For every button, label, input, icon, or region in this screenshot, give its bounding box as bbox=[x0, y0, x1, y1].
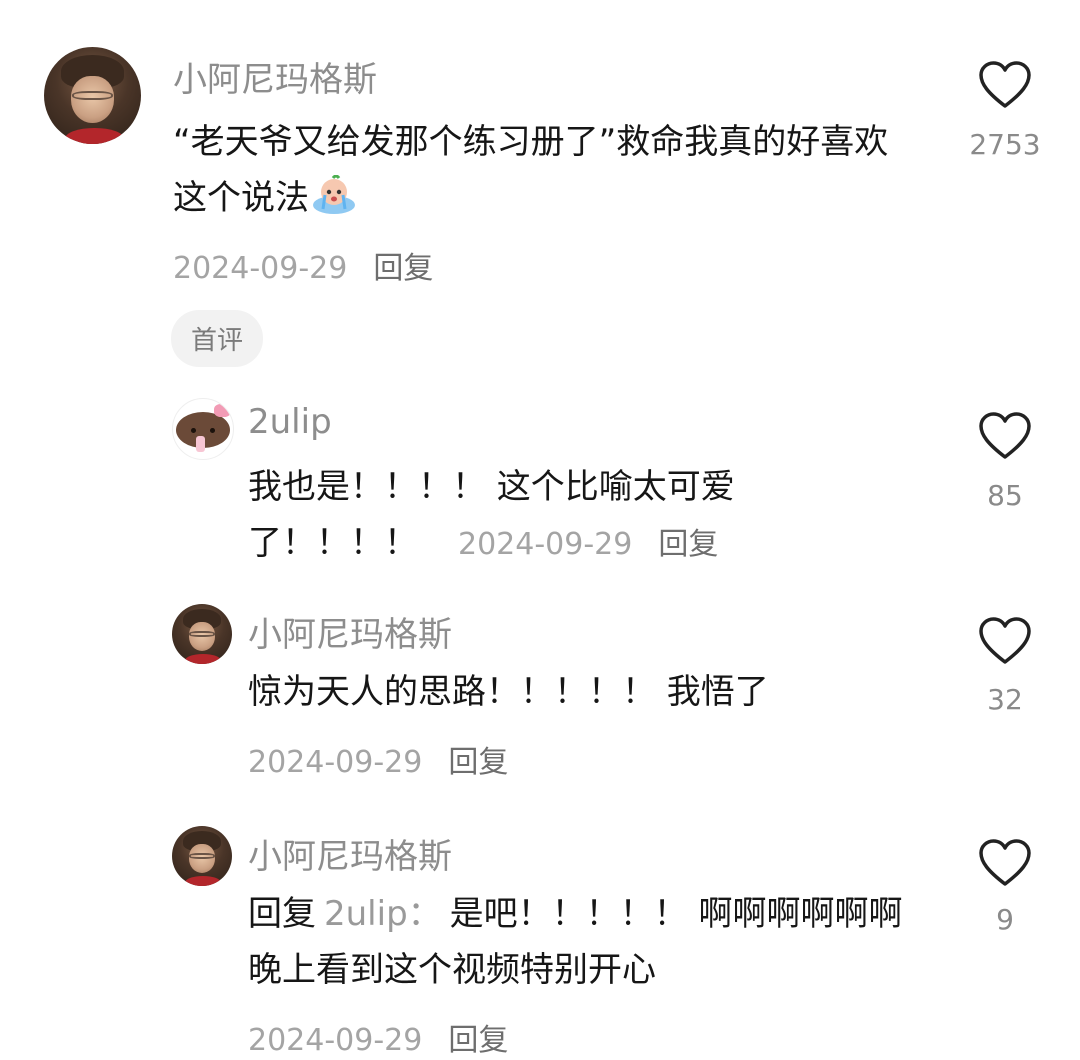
reply-date: 2024-09-29 bbox=[248, 1023, 423, 1058]
comment-username[interactable]: 小阿尼玛格斯 bbox=[173, 52, 377, 101]
like-button[interactable] bbox=[978, 616, 1032, 670]
heart-icon bbox=[979, 839, 1031, 886]
reply-text: 我也是！！！！ 这个比喻太可爱了！！！！ 2024-09-29 回复 bbox=[248, 467, 735, 563]
like-button[interactable] bbox=[978, 60, 1032, 114]
comment-text: “老天爷又给发那个练习册了”救命我真的好喜欢这个说法 bbox=[173, 122, 889, 218]
like-count: 85 bbox=[987, 479, 1023, 512]
reply-date: 2024-09-29 bbox=[458, 527, 633, 562]
comment-date: 2024-09-29 bbox=[173, 251, 348, 286]
first-comment-badge: 首评 bbox=[171, 310, 264, 367]
reply-button[interactable]: 回复 bbox=[373, 251, 433, 286]
reply-prefix: 回复 bbox=[248, 894, 316, 934]
mentioned-user[interactable]: 2ulip： bbox=[324, 894, 442, 934]
crying-baby-emoji-icon bbox=[311, 174, 357, 215]
reply-button[interactable]: 回复 bbox=[448, 745, 508, 780]
reply-text: 惊为天人的思路！！！！！ 我悟了 bbox=[248, 672, 769, 712]
avatar[interactable] bbox=[172, 826, 232, 886]
reply-date: 2024-09-29 bbox=[248, 745, 423, 780]
reply-button[interactable]: 回复 bbox=[658, 527, 718, 562]
reply-username[interactable]: 2ulip bbox=[248, 402, 332, 442]
avatar[interactable] bbox=[172, 398, 234, 460]
reply-text: 回复 2ulip： 是吧！！！！！ 啊啊啊啊啊啊晚上看到这个视频特别开心 bbox=[248, 894, 903, 990]
like-button[interactable] bbox=[978, 411, 1032, 465]
reply-meta: 2024-09-29 回复 bbox=[248, 1015, 508, 1059]
comment-meta: 2024-09-29 回复 bbox=[173, 243, 433, 287]
like-count: 2753 bbox=[969, 128, 1041, 161]
reply-meta: 2024-09-29 回复 bbox=[248, 737, 508, 781]
avatar[interactable] bbox=[172, 604, 232, 664]
heart-icon bbox=[979, 617, 1031, 664]
like-count: 32 bbox=[987, 683, 1023, 716]
reply-username[interactable]: 小阿尼玛格斯 bbox=[248, 829, 452, 878]
heart-icon bbox=[979, 412, 1031, 459]
reply-button[interactable]: 回复 bbox=[448, 1023, 508, 1058]
like-count: 9 bbox=[996, 903, 1014, 936]
like-button[interactable] bbox=[978, 838, 1032, 892]
avatar[interactable] bbox=[44, 47, 141, 144]
reply-username[interactable]: 小阿尼玛格斯 bbox=[248, 607, 452, 656]
heart-icon bbox=[979, 61, 1031, 108]
